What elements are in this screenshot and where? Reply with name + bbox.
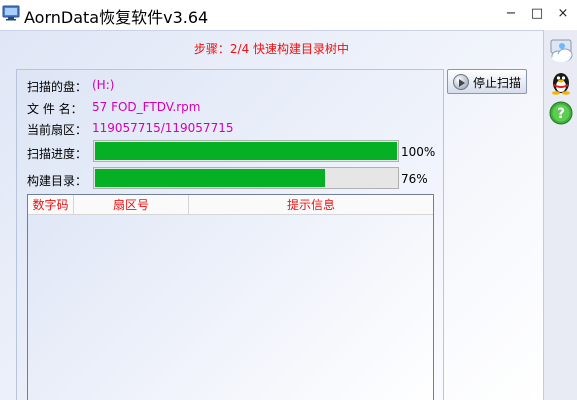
column-header-message[interactable]: 提示信息 (189, 195, 433, 215)
svg-text:?: ? (557, 106, 565, 122)
window-title: AornData恢复软件v3.64 (24, 8, 209, 27)
cloud-icon[interactable] (547, 37, 575, 65)
title-bar: AornData恢复软件v3.64 − □ × (0, 0, 577, 30)
stop-scan-label: 停止扫描 (473, 76, 522, 90)
build-progress-bar (93, 167, 399, 189)
build-progress-fill (95, 169, 325, 187)
qq-penguin-icon[interactable] (547, 68, 575, 96)
column-header-code[interactable]: 数字码 (28, 195, 74, 215)
scan-panel: 扫描的盘： (H:) 文 件 名： 57 FOD_FTDV.rpm 当前扇区： … (16, 69, 444, 400)
client-area: 步骤：2/4 快速构建目录树中 扫描的盘： (H:) 文 件 名： 57 FOD… (0, 30, 577, 400)
help-icon[interactable]: ? (547, 99, 575, 127)
info-list[interactable]: 数字码 扇区号 提示信息 (27, 194, 434, 400)
play-stop-icon (453, 74, 469, 90)
scan-progress-percent: 100% (401, 145, 436, 159)
scan-progress-label: 扫描进度： (27, 147, 88, 161)
main-area: 步骤：2/4 快速构建目录树中 扫描的盘： (H:) 文 件 名： 57 FOD… (0, 30, 543, 400)
close-button[interactable]: × (548, 2, 577, 26)
scan-progress-fill (95, 142, 397, 160)
stop-scan-button[interactable]: 停止扫描 (447, 69, 527, 94)
list-header: 数字码 扇区号 提示信息 (28, 195, 433, 215)
disk-value: (H:) (92, 78, 115, 92)
sector-label: 当前扇区： (27, 123, 88, 137)
sector-value: 119057715/119057715 (92, 121, 234, 135)
step-status: 步骤：2/4 快速构建目录树中 (193, 42, 350, 56)
scan-progress-bar (93, 140, 399, 162)
column-header-sector[interactable]: 扇区号 (74, 195, 189, 215)
build-progress-percent: 76% (401, 172, 428, 186)
build-dir-label: 构建目录： (27, 174, 88, 188)
file-name-label: 文 件 名： (27, 102, 83, 116)
app-monitor-icon (2, 5, 20, 21)
disk-label: 扫描的盘： (27, 80, 88, 94)
file-name-value: 57 FOD_FTDV.rpm (92, 100, 201, 114)
side-toolbar: ? (543, 30, 577, 400)
